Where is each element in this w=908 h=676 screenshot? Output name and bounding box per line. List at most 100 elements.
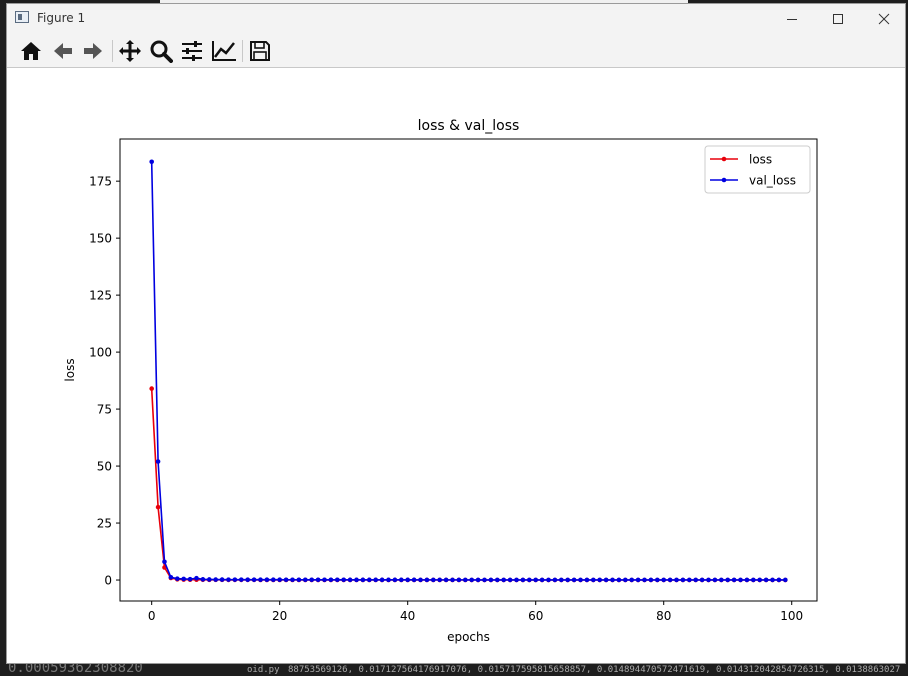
data-point-val_loss (495, 577, 500, 583)
navigation-toolbar (7, 34, 905, 68)
data-point-val_loss (437, 577, 442, 583)
data-point-val_loss (731, 577, 737, 583)
data-point-val_loss (738, 577, 743, 583)
minimize-icon (787, 19, 797, 20)
data-point-val_loss (379, 577, 385, 583)
data-point-val_loss (462, 577, 468, 583)
back-arrow-icon (54, 43, 72, 59)
data-point-val_loss (527, 577, 532, 583)
back-button[interactable] (49, 38, 77, 64)
data-point-val_loss (283, 577, 289, 583)
x-tick-label: 60 (528, 609, 543, 623)
close-button[interactable] (861, 4, 907, 34)
data-point-val_loss (655, 577, 660, 583)
data-point-val_loss (578, 577, 583, 583)
data-point-val_loss (392, 577, 398, 583)
minimize-button[interactable] (769, 4, 815, 34)
maximize-icon (833, 14, 843, 24)
title-bar[interactable]: Figure 1 (7, 4, 905, 34)
data-point-val_loss (181, 576, 186, 582)
close-icon (878, 13, 890, 25)
data-point-val_loss (520, 577, 526, 583)
data-point-val_loss (687, 577, 692, 583)
data-point-val_loss (597, 577, 603, 583)
data-point-val_loss (315, 577, 321, 583)
data-point-val_loss (411, 577, 417, 583)
data-point-val_loss (155, 459, 161, 464)
data-point-val_loss (322, 577, 327, 583)
pan-button[interactable] (116, 38, 144, 64)
pan-icon (119, 40, 141, 62)
data-point-val_loss (623, 577, 628, 583)
data-point-val_loss (149, 159, 154, 165)
data-point-val_loss (603, 577, 609, 583)
data-point-val_loss (763, 577, 769, 583)
data-point-val_loss (584, 577, 590, 583)
data-point-val_loss (302, 577, 308, 583)
x-tick-label: 80 (656, 609, 671, 623)
data-point-val_loss (226, 577, 231, 582)
configure-subplots-button[interactable] (178, 38, 206, 64)
background-terminal-output: 0.00059362308820 oid.py 88753569126, 0.0… (0, 664, 908, 676)
data-point-val_loss (783, 577, 788, 583)
toolbar-separator (112, 40, 113, 62)
legend-label-loss: loss (749, 153, 772, 167)
data-point-val_loss (360, 577, 366, 583)
legend-label-val_loss: val_loss (749, 174, 796, 188)
data-point-val_loss (194, 575, 199, 581)
data-point-val_loss (296, 577, 302, 583)
data-point-val_loss (776, 577, 782, 583)
data-point-val_loss (251, 577, 257, 582)
y-tick-label: 50 (97, 460, 112, 474)
data-point-val_loss (661, 577, 667, 583)
data-point-val_loss (507, 577, 513, 583)
data-point-val_loss (770, 577, 775, 583)
y-tick-label: 100 (89, 346, 112, 360)
y-tick-label: 150 (89, 232, 112, 246)
data-point-val_loss (552, 577, 558, 583)
zoom-button[interactable] (147, 38, 175, 64)
data-point-val_loss (712, 577, 718, 583)
data-point-val_loss (725, 577, 731, 583)
data-point-val_loss (386, 577, 391, 583)
chart-title: loss & val_loss (418, 118, 520, 134)
data-point-val_loss (539, 577, 545, 583)
data-point-val_loss (680, 577, 686, 583)
forward-button[interactable] (79, 38, 107, 64)
save-button[interactable] (246, 38, 274, 64)
background-filename: oid.py (247, 665, 280, 675)
figure-canvas[interactable]: loss & val_loss 0 20 40 60 80 100 0 25 50 75 100 125… (7, 68, 905, 663)
home-button[interactable] (17, 38, 45, 64)
data-point-val_loss (565, 577, 571, 583)
background-number: 0.00059362308820 (8, 664, 143, 676)
data-point-val_loss (719, 577, 724, 583)
data-point-val_loss (270, 577, 276, 583)
data-point-val_loss (450, 577, 455, 583)
y-tick-label: 175 (89, 175, 112, 189)
data-point-val_loss (238, 577, 244, 582)
data-point-val_loss (405, 577, 410, 583)
data-point-val_loss (174, 576, 180, 581)
data-point-val_loss (418, 577, 423, 583)
save-icon (250, 41, 270, 61)
window-title: Figure 1 (37, 11, 86, 25)
data-point-val_loss (354, 577, 359, 583)
data-point-val_loss (469, 577, 475, 583)
data-point-val_loss (398, 577, 404, 583)
data-point-val_loss (699, 577, 705, 583)
data-point-val_loss (674, 577, 679, 583)
edit-axes-button[interactable] (210, 38, 238, 64)
series-line-val_loss (150, 161, 786, 581)
data-point-val_loss (258, 577, 263, 583)
maximize-button[interactable] (815, 4, 861, 34)
series-line-loss (150, 388, 786, 581)
plot-frame (119, 138, 818, 602)
data-point-val_loss (264, 577, 270, 583)
data-point-val_loss (488, 577, 494, 583)
data-point-loss (149, 386, 154, 391)
data-point-val_loss (187, 576, 193, 582)
home-icon (21, 42, 41, 60)
data-point-val_loss (443, 577, 449, 583)
y-tick-label: 25 (97, 517, 112, 531)
data-point-val_loss (475, 577, 481, 583)
